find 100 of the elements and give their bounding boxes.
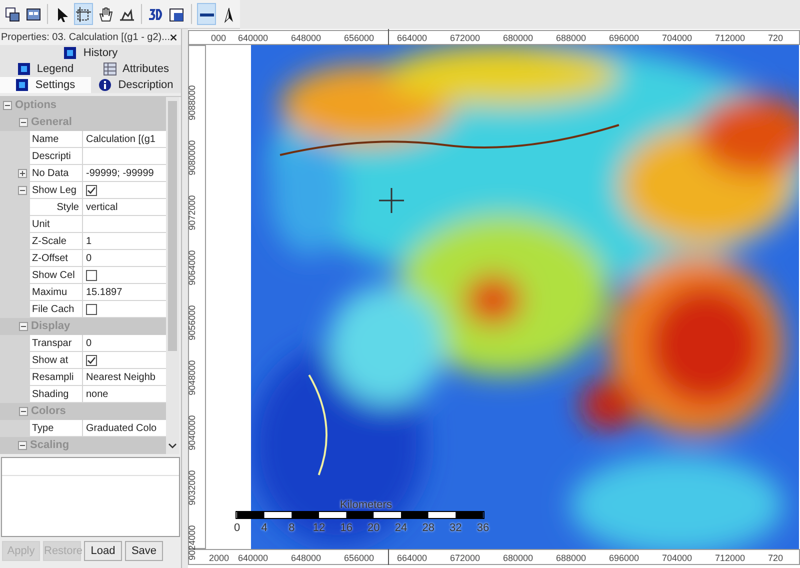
property-value[interactable]: Graduated Colo	[82, 420, 166, 437]
axis-label: 712000	[715, 552, 746, 565]
collapse-icon[interactable]	[18, 186, 27, 195]
value-cell[interactable]	[82, 352, 166, 369]
close-icon[interactable]	[170, 32, 177, 42]
axis-label: 688000	[556, 32, 586, 45]
property-label: Maximu	[30, 284, 82, 301]
collapse-icon[interactable]	[19, 407, 28, 416]
info-icon	[98, 78, 112, 92]
property-value[interactable]: 0	[82, 335, 166, 352]
property-label: Descripti	[30, 148, 82, 165]
group-label: Colors	[31, 404, 66, 420]
scale-tick-label: 4	[261, 521, 268, 536]
property-value[interactable]: -99999; -99999	[82, 165, 166, 182]
scale-tick-label: 20	[368, 521, 380, 536]
selection-icon[interactable]	[74, 3, 94, 25]
axis-label: 656000	[344, 552, 374, 565]
tab[interactable]: Attributes	[90, 61, 181, 77]
scale-tick-label: 16	[340, 521, 352, 536]
table-icon	[102, 62, 117, 76]
expand-icon[interactable]	[18, 169, 27, 178]
property-label: Z-Scale	[30, 233, 82, 250]
checkbox[interactable]	[86, 184, 97, 196]
axis-label: 9040000	[186, 415, 198, 450]
checkbox[interactable]	[86, 304, 97, 314]
square-icon	[63, 46, 78, 60]
axis-label: 2000	[209, 552, 230, 565]
checkbox[interactable]	[86, 270, 97, 280]
axis-label: 9080000	[186, 140, 198, 176]
scale-tick-label: 12	[312, 521, 326, 536]
panel-title: Properties: 03. Calculation [(g1 - g2)...	[1, 30, 170, 44]
value-cell[interactable]	[82, 182, 166, 199]
axis-label: 664000	[397, 552, 428, 565]
axis-label: 720	[768, 32, 784, 45]
property-value[interactable]: vertical	[82, 199, 166, 216]
axis-label: 688000	[556, 552, 586, 565]
axis-label: 696000	[609, 552, 640, 565]
scrollbar-thumb[interactable]	[168, 100, 177, 350]
axis-label: 9024000	[186, 525, 198, 560]
scale-tick-label: 8	[288, 521, 295, 536]
collapse-icon[interactable]	[18, 441, 27, 450]
axis-label: 9056000	[186, 305, 198, 340]
axis-label: 9072000	[186, 195, 198, 230]
property-label: Show Leg	[30, 182, 82, 199]
axis-label: 712000	[715, 32, 746, 45]
value-cell[interactable]	[82, 301, 166, 318]
axis-label: 648000	[291, 32, 322, 45]
collapse-icon[interactable]	[19, 118, 28, 127]
axis-label: 640000	[238, 32, 268, 45]
property-label: Name	[30, 131, 82, 148]
property-label: Type	[30, 420, 82, 437]
square-icon	[16, 62, 31, 76]
axis-label: 720	[768, 552, 784, 565]
action-button[interactable]: Load	[84, 541, 122, 561]
axis-label: 664000	[397, 32, 428, 45]
property-label: Resampli	[30, 369, 82, 386]
property-label: Z-Offset	[30, 250, 82, 267]
axis-label: 672000	[450, 32, 480, 45]
collapse-icon[interactable]	[19, 322, 28, 331]
crosshair-icon	[379, 188, 404, 213]
axis-label: 648000	[291, 552, 322, 565]
description-box[interactable]	[1, 457, 180, 537]
property-value[interactable]: Nearest Neighb	[82, 369, 166, 386]
action-button[interactable]: Save	[125, 541, 163, 561]
scale-tick-label: 32	[450, 521, 462, 536]
axis-label: 704000	[662, 552, 692, 565]
value-cell[interactable]	[82, 148, 166, 165]
group-label: Scaling	[30, 438, 70, 454]
axis-label: 680000	[503, 552, 534, 565]
tab[interactable]: Legend	[0, 61, 90, 77]
property-value[interactable]: 1	[82, 233, 166, 250]
value-cell[interactable]	[82, 216, 166, 233]
scale-tick-label: 36	[476, 521, 490, 536]
group-label: General	[31, 115, 72, 130]
scale-tick-label: 0	[234, 521, 240, 536]
axis-label: 9064000	[186, 250, 198, 286]
property-label: Shading	[30, 386, 82, 403]
scale-tick-label: 24	[394, 521, 408, 536]
property-value[interactable]: Calculation [(g1	[82, 131, 166, 148]
scale-bar-title: Kilometers	[340, 498, 392, 513]
axis-label: 672000	[450, 552, 480, 565]
property-label: Unit	[30, 216, 82, 233]
tab[interactable]: Description	[90, 77, 181, 93]
checkbox[interactable]	[86, 354, 97, 366]
value-cell[interactable]	[82, 267, 166, 284]
square-icon	[15, 78, 30, 92]
property-value[interactable]: 15.1897	[82, 284, 166, 301]
property-value[interactable]: 0	[82, 250, 166, 267]
tab[interactable]: History	[0, 45, 181, 61]
axis-label: 000	[211, 32, 226, 45]
axis-label: 9032000	[186, 470, 198, 506]
group-label: Display	[31, 319, 70, 334]
scrollbar[interactable]	[166, 97, 179, 454]
axis-label: 696000	[609, 32, 640, 45]
tab[interactable]: Settings	[0, 77, 90, 93]
scale-tick-label: 28	[422, 521, 434, 536]
collapse-icon[interactable]	[3, 101, 12, 110]
property-label: Show Cel	[30, 267, 82, 284]
property-value[interactable]: none	[82, 386, 166, 403]
axis-label: 640000	[238, 552, 268, 565]
